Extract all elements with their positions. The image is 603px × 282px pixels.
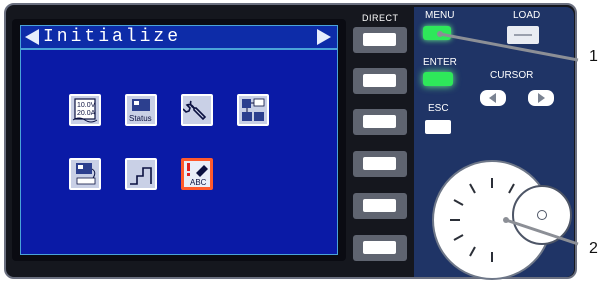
callout-lines	[437, 31, 579, 246]
callout-number-1: 1	[589, 48, 598, 65]
callout-number-2: 2	[589, 240, 598, 257]
